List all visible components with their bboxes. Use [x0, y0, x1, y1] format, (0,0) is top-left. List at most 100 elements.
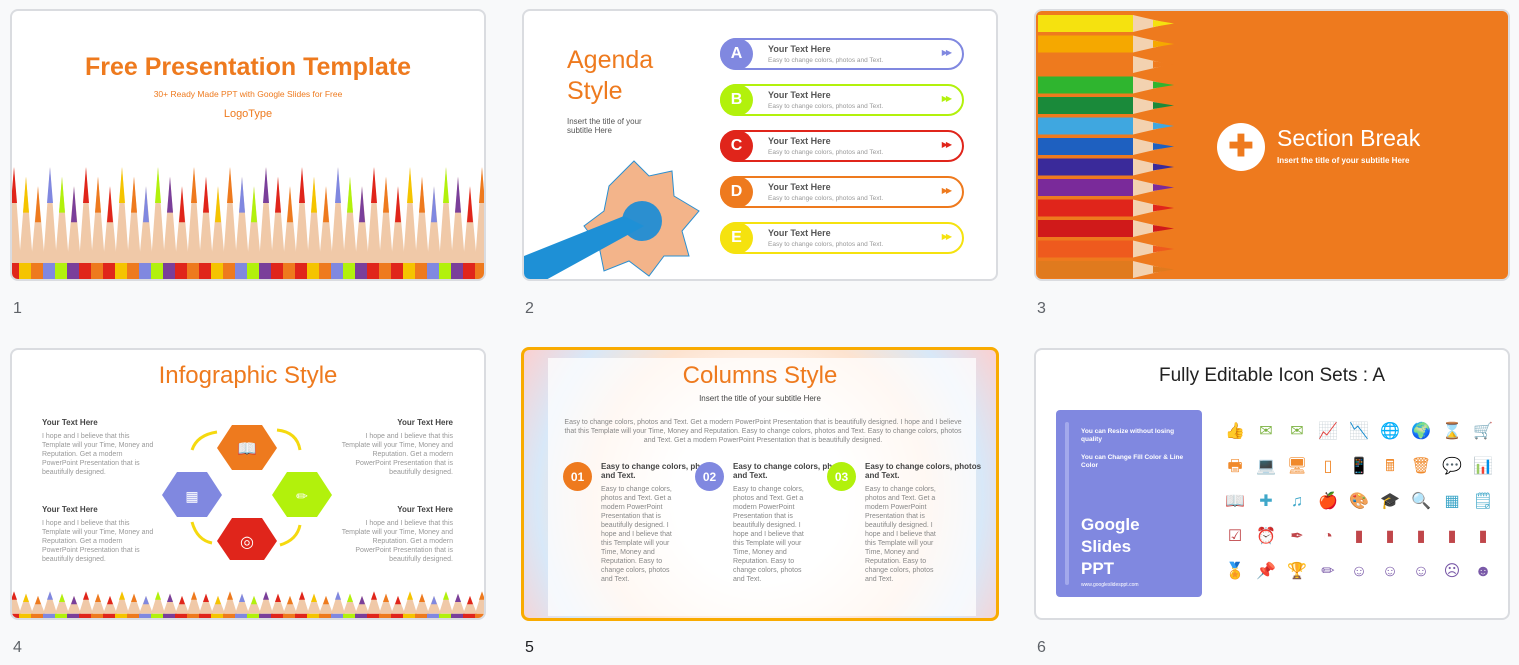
column-text: Easy to change colors, photos and Text. …: [865, 486, 936, 583]
pencil-body: [439, 613, 453, 618]
pencil-lead: [1153, 163, 1174, 171]
pencil-body: [379, 613, 393, 618]
cycle-arrow: [279, 524, 302, 547]
pencil-lead: [431, 186, 437, 223]
pencil-body: [1038, 158, 1133, 176]
double-arrow-icon: ▶▶: [941, 94, 952, 103]
pencil-lead: [1153, 40, 1174, 48]
slide-thumbnail-1[interactable]: Free Presentation Template 30+ Ready Mad…: [10, 9, 486, 281]
pencil-body: [307, 613, 321, 618]
agenda-item-text: Easy to change colors, photos and Text.: [768, 241, 884, 248]
agenda-item[interactable]: B Your Text Here Easy to change colors, ph…: [720, 84, 964, 116]
pencil-icon: ✏: [1321, 563, 1335, 580]
pen-nib-icon: ✒: [1290, 528, 1304, 545]
pencil-body: [391, 263, 405, 279]
book-icon: 📖: [1225, 493, 1245, 510]
pencil-body: [259, 613, 273, 618]
pencil-body: [235, 613, 249, 618]
pencil-lead: [455, 176, 461, 213]
logo-text: LogoType: [223, 108, 273, 120]
document-c-icon: ▮: [1447, 528, 1457, 545]
agenda-item-title: Your Text Here: [768, 136, 831, 146]
block-title: Your Text Here: [397, 418, 453, 427]
pencil-body: [343, 613, 357, 618]
pencil-lead: [1153, 20, 1174, 27]
intro-text: Easy to change colors, photos and Text. …: [564, 419, 962, 444]
pencil-body: [451, 263, 465, 279]
pencil-lead: [35, 595, 41, 605]
medal-icon: 🏅: [1225, 563, 1245, 580]
pencil-lead: [143, 595, 149, 605]
hourglass-icon: ⌛: [1442, 423, 1462, 440]
slide-thumbnail-2[interactable]: Agenda Style Insert the title of your sub…: [522, 9, 998, 281]
pencils-image: [1038, 15, 1174, 278]
pencil-lead: [479, 591, 484, 600]
text-block: Your Text Here I hope and I believe that …: [42, 418, 157, 477]
pencil-body: [1038, 56, 1133, 73]
pencil-lead: [347, 593, 353, 603]
pencil-lead: [131, 176, 137, 213]
panel-title: Google Slides PPT: [1081, 514, 1140, 580]
pencil-lead: [167, 176, 173, 213]
slide-thumbnail-5-selected[interactable]: Columns Style Insert the title of your s…: [521, 347, 999, 621]
pencil-lead: [371, 591, 377, 600]
pencil-lead: [239, 593, 245, 603]
pencil-lead: [299, 591, 305, 600]
double-arrow-icon: ▶▶: [941, 48, 952, 57]
agenda-item[interactable]: A Your Text Here Easy to change colors, ph…: [720, 38, 964, 70]
pencil-lead: [395, 186, 401, 223]
agenda-item[interactable]: D Your Text Here Easy to change colors, ph…: [720, 176, 964, 208]
pencil-body: [283, 263, 297, 279]
pencil-lead: [371, 167, 377, 203]
agenda-item-title: Your Text Here: [768, 90, 831, 100]
pencil-lead: [311, 593, 317, 603]
pencil-body: [223, 263, 237, 279]
pencil-body: [415, 613, 429, 618]
pencil-lead: [347, 176, 353, 213]
pencil-body: [271, 263, 285, 279]
pencil-lead: [131, 593, 137, 603]
pencil-lead: [431, 595, 437, 605]
pencil-body: [67, 263, 81, 279]
slide-thumbnail-4[interactable]: Infographic Style Your Text Here I hope a…: [10, 348, 486, 620]
palette-icon: 🎨: [1349, 493, 1369, 510]
pencil-lead: [419, 593, 425, 603]
panel-note: You can Change Fill Color & Line Color: [1081, 454, 1184, 469]
agenda-item[interactable]: C Your Text Here Easy to change colors, ph…: [720, 130, 964, 162]
pencil-lead: [419, 176, 425, 213]
pencil-lead: [179, 595, 185, 605]
pencils-image: [12, 167, 484, 279]
pencil-body: [175, 613, 189, 618]
pencil-body: [163, 613, 177, 618]
thumbs-up-icon: 👍: [1225, 423, 1245, 440]
cycle-arrow: [190, 430, 218, 451]
pencil-lead: [95, 176, 101, 213]
pencil-lead: [71, 186, 77, 223]
pencil-lead: [95, 593, 101, 603]
pencil-body: [175, 263, 189, 279]
pencil-lead: [71, 595, 77, 605]
alarm-icon: ⏰: [1256, 528, 1276, 545]
document-d-icon: ▮: [1478, 528, 1488, 545]
pencil-body: [367, 263, 381, 279]
slide-thumbnail-6[interactable]: Fully Editable Icon Sets : A You can Res…: [1034, 348, 1510, 620]
pencil-lead: [1153, 266, 1174, 273]
block-title: Your Text Here: [42, 418, 98, 427]
hexagon-cycle-diagram: 📖 ▦ ✏ ◎: [162, 425, 332, 560]
pencil-lead: [227, 167, 233, 203]
pencil-body: [103, 263, 117, 279]
pencil-lead: [467, 186, 473, 223]
double-arrow-icon: ▶▶: [941, 186, 952, 195]
pencil-body: [439, 263, 453, 279]
agenda-item[interactable]: E Your Text Here Easy to change colors, ph…: [720, 222, 964, 254]
desk-globe-icon: 🌍: [1411, 423, 1431, 440]
pencil-lead: [407, 167, 413, 203]
agenda-item-text: Easy to change colors, photos and Text.: [768, 195, 884, 202]
pencil-icon: ✏: [296, 488, 308, 504]
pencil-lead: [1153, 61, 1174, 68]
chart-down-icon: 📉: [1349, 423, 1369, 440]
slide-thumbnail-3[interactable]: ✚ Section Break Insert the title of your…: [1034, 9, 1510, 281]
laugh-icon: ☻: [1474, 563, 1492, 580]
pencil-lead: [287, 595, 293, 605]
checkbox-icon: ☑: [1227, 528, 1243, 545]
